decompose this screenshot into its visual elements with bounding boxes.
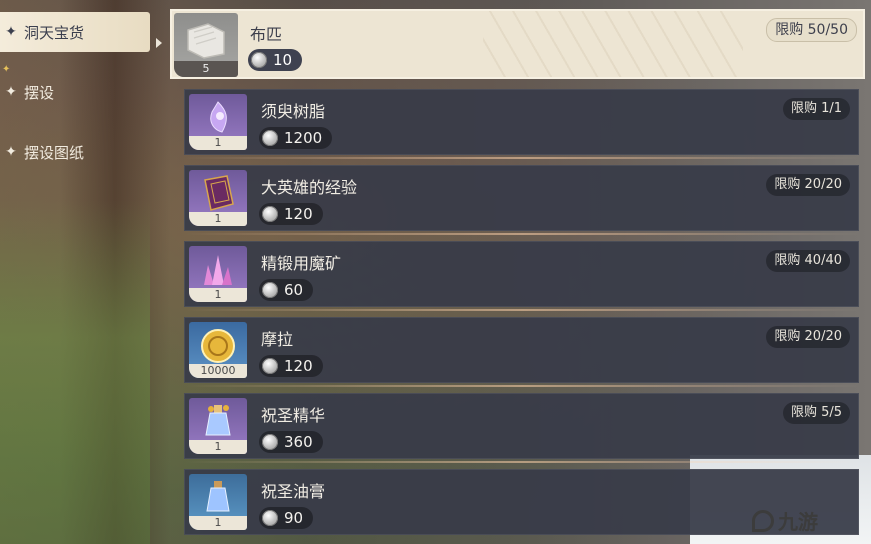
- sanctifying-essence-icon: [205, 404, 231, 436]
- realm-currency-icon: [262, 282, 278, 298]
- price-value: 90: [284, 509, 304, 527]
- purchase-limit-badge: 限购 1/1: [782, 98, 850, 120]
- price-value: 120: [284, 357, 313, 375]
- watermark-logo-icon: [752, 509, 774, 532]
- purchase-limit-badge: 限购 20/20: [766, 174, 850, 196]
- item-price: 120: [259, 355, 323, 377]
- tab-label: 摆设图纸: [24, 143, 85, 162]
- tab-label: 摆设: [24, 83, 55, 102]
- tab-realm-treasures[interactable]: ✦ 洞天宝货: [0, 12, 150, 52]
- shop-item-cloth[interactable]: 5 布匹 10 限购 50/50: [170, 9, 865, 79]
- heros-wit-book-icon: [204, 174, 234, 211]
- tab-label: 洞天宝货: [24, 23, 85, 42]
- category-sidebar: ✦ 洞天宝货 ✦ ✦ 摆设 ✦ 摆设图纸: [0, 0, 165, 544]
- mora-coin-icon: [201, 328, 235, 363]
- decorative-pattern: [483, 11, 743, 77]
- shop-item-sanctifying-essence[interactable]: 1 祝圣精华 360 限购 5/5: [184, 393, 859, 459]
- item-quantity: 1: [189, 212, 247, 226]
- mystic-ore-crystal-icon: [204, 254, 232, 285]
- item-quantity: 1: [189, 288, 247, 302]
- row-separator: [185, 385, 860, 387]
- shop-item-heros-wit[interactable]: 1 大英雄的经验 120 限购 20/20: [184, 165, 859, 231]
- item-thumbnail: 1: [189, 474, 247, 530]
- item-name: 精锻用魔矿: [261, 254, 342, 273]
- item-thumbnail: 1: [189, 94, 247, 150]
- cloth-bolt-icon: [187, 23, 225, 59]
- item-name: 布匹: [250, 25, 283, 44]
- item-thumbnail: 10000: [189, 322, 247, 378]
- realm-currency-icon: [262, 130, 278, 146]
- site-watermark: 九游: [752, 506, 818, 535]
- shop-item-mystic-ore[interactable]: 1 精锻用魔矿 60 限购 40/40: [184, 241, 859, 307]
- item-quantity: 10000: [189, 364, 247, 378]
- four-point-star-icon: ✦: [5, 24, 17, 40]
- item-price: 90: [259, 507, 314, 529]
- realm-currency-icon: [262, 510, 278, 526]
- price-value: 60: [284, 281, 304, 299]
- item-price: 60: [259, 279, 314, 301]
- item-quantity: 1: [189, 440, 247, 454]
- item-name: 祝圣精华: [261, 406, 326, 425]
- price-value: 10: [273, 51, 293, 69]
- item-price: 120: [259, 203, 323, 225]
- realm-currency-icon: [262, 358, 278, 374]
- item-price: 360: [259, 431, 323, 453]
- shop-item-transient-resin[interactable]: 1 须臾树脂 1200 限购 1/1: [184, 89, 859, 155]
- realm-currency-icon: [251, 52, 267, 68]
- sanctifying-unction-icon: [206, 480, 230, 512]
- row-separator: [185, 233, 860, 235]
- item-thumbnail: 5: [174, 13, 238, 77]
- watermark-text: 九游: [778, 510, 818, 534]
- realm-currency-icon: [262, 206, 278, 222]
- active-tab-pointer-icon: [156, 38, 162, 48]
- tab-furnishing-blueprints[interactable]: ✦ 摆设图纸: [0, 132, 84, 172]
- item-quantity: 1: [189, 136, 247, 150]
- row-separator: [185, 461, 860, 463]
- item-quantity: 1: [189, 516, 247, 530]
- purchase-limit-badge: 限购 20/20: [766, 326, 850, 348]
- item-name: 摩拉: [261, 330, 294, 349]
- item-name: 祝圣油膏: [261, 482, 326, 501]
- item-name: 大英雄的经验: [261, 178, 358, 197]
- item-thumbnail: 1: [189, 246, 247, 302]
- item-price: 1200: [259, 127, 333, 149]
- row-separator: [185, 309, 860, 311]
- item-price: 10: [248, 49, 303, 71]
- price-value: 120: [284, 205, 313, 223]
- item-thumbnail: 1: [189, 398, 247, 454]
- four-point-star-icon: ✦: [5, 144, 17, 160]
- tab-furnishings[interactable]: ✦ 摆设: [0, 72, 54, 112]
- price-value: 360: [284, 433, 313, 451]
- item-thumbnail: 1: [189, 170, 247, 226]
- four-point-star-icon: ✦: [5, 84, 17, 100]
- transient-resin-icon: [210, 100, 227, 133]
- item-name: 须臾树脂: [261, 102, 326, 121]
- item-quantity: 5: [174, 61, 238, 77]
- purchase-limit-badge: 限购 5/5: [782, 402, 850, 424]
- purchase-limit-badge: 限购 40/40: [766, 250, 850, 272]
- price-value: 1200: [284, 129, 323, 147]
- row-separator: [185, 157, 860, 159]
- shop-item-mora[interactable]: 10000 摩拉 120 限购 20/20: [184, 317, 859, 383]
- realm-currency-icon: [262, 434, 278, 450]
- purchase-limit-badge: 限购 50/50: [766, 18, 857, 42]
